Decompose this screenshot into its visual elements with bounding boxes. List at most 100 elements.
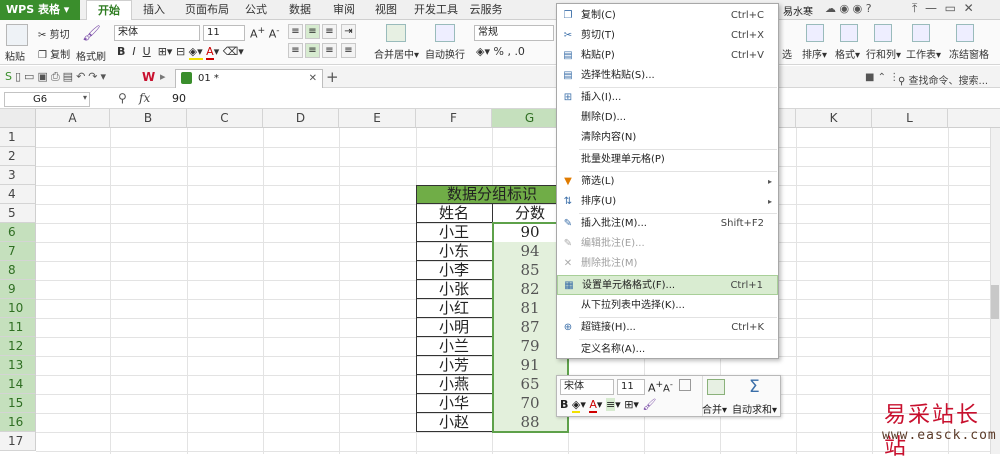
print-icon[interactable]: ⎙	[51, 70, 63, 83]
menu-pick-from-list[interactable]: 从下拉列表中选择(K)...	[557, 296, 778, 316]
tab-data[interactable]: 数据	[282, 0, 318, 20]
align-middle-icon[interactable]: ≡	[305, 24, 320, 39]
app-menu-button[interactable]: WPS 表格 ▾	[0, 0, 80, 20]
row-header-13[interactable]: 13	[0, 356, 36, 375]
row-header-1[interactable]: 1	[0, 128, 36, 147]
format-icon[interactable]	[840, 24, 858, 42]
menu-cut[interactable]: ✂ 剪切(T) Ctrl+X	[557, 26, 778, 46]
freeze-panes-button[interactable]: 冻结窗格	[949, 46, 989, 61]
merge-center-button[interactable]: 合并居中▾	[374, 46, 419, 61]
worksheet-icon[interactable]	[912, 24, 930, 42]
open-icon[interactable]: ▭	[24, 70, 37, 83]
tab-insert[interactable]: 插入	[136, 0, 172, 20]
mini-format-painter-icon[interactable]: 🖌	[642, 398, 656, 411]
col-header-e[interactable]: E	[339, 109, 416, 128]
paste-icon[interactable]	[6, 24, 28, 46]
fx-button[interactable]: fx	[139, 91, 150, 105]
mini-borders-icon[interactable]: ⊞	[624, 398, 633, 411]
cloud-icon[interactable]: ☁	[825, 2, 836, 15]
app-logo-icon[interactable]: S	[5, 70, 15, 83]
wrap-text-button[interactable]: 自动换行	[425, 46, 465, 61]
restore-ribbon-icon[interactable]: ⤒	[912, 1, 917, 15]
menu-hyperlink[interactable]: ⊕ 超链接(H)... Ctrl+K	[557, 318, 778, 338]
format-painter-icon[interactable]: 🖌	[82, 24, 101, 42]
mini-autosum-button[interactable]: 自动求和▾	[732, 401, 777, 416]
cell-name[interactable]: 小兰	[416, 337, 492, 356]
zoom-icon[interactable]: ⚲	[118, 91, 127, 105]
help-icon[interactable]: ?	[866, 2, 872, 15]
sort-icon[interactable]	[806, 24, 824, 42]
menu-insert[interactable]: ⊞ 插入(I)...	[557, 88, 778, 108]
mini-font-grow-icon[interactable]: A+	[648, 379, 663, 395]
tab-page-layout[interactable]: 页面布局	[178, 0, 236, 20]
mini-align-icon[interactable]: ≡	[605, 398, 616, 411]
merge-center-icon[interactable]	[386, 24, 406, 42]
mini-font-size-select[interactable]: 11	[617, 379, 645, 395]
cell-name[interactable]: 小红	[416, 299, 492, 318]
row-header-8[interactable]: 8	[0, 261, 36, 280]
user-name[interactable]: 易水寒	[783, 3, 813, 18]
scrollbar-thumb[interactable]	[991, 285, 999, 319]
col-header-m[interactable]	[948, 109, 1000, 128]
col-header-b[interactable]: B	[110, 109, 187, 128]
col-header-f[interactable]: F	[416, 109, 492, 128]
close-tab-icon[interactable]: ✕	[309, 70, 317, 87]
maximize-icon[interactable]: ▭	[945, 1, 956, 15]
cell-name[interactable]: 小张	[416, 280, 492, 299]
menu-define-name[interactable]: 定义名称(A)...	[557, 340, 778, 360]
wps-logo-icon[interactable]: W	[142, 70, 155, 84]
filter-button[interactable]: 选	[782, 46, 792, 61]
name-box[interactable]: G6	[4, 92, 90, 107]
cell-name[interactable]: 小明	[416, 318, 492, 337]
mini-bold-button[interactable]: B	[560, 398, 568, 411]
justify-icon[interactable]: ≡	[341, 43, 356, 58]
col-header-d[interactable]: D	[263, 109, 339, 128]
row-header-16[interactable]: 16	[0, 413, 36, 432]
thousands-icon[interactable]: ,	[507, 45, 511, 58]
italic-button[interactable]: I	[132, 45, 135, 58]
worksheet-button[interactable]: 工作表▾	[906, 46, 941, 61]
underline-button[interactable]: U	[143, 45, 151, 58]
tab-home[interactable]: 开始	[86, 0, 132, 20]
align-bottom-icon[interactable]: ≡	[322, 24, 337, 39]
row-header-2[interactable]: 2	[0, 147, 36, 166]
minimize-icon[interactable]: —	[925, 1, 937, 15]
tab-cloud[interactable]: 云服务	[466, 0, 506, 20]
menu-paste-special[interactable]: ▤ 选择性粘贴(S)...	[557, 66, 778, 86]
tab-view[interactable]: 视图	[368, 0, 404, 20]
cell-name[interactable]: 小芳	[416, 356, 492, 375]
mini-sigma-icon[interactable]: Σ	[749, 377, 760, 397]
align-right-icon[interactable]: ≡	[322, 43, 337, 58]
header-name[interactable]: 姓名	[416, 204, 492, 223]
doc-list-icon[interactable]: ▸	[160, 70, 166, 83]
workspace-icon[interactable]: ■	[865, 72, 874, 83]
mini-font-color-icon[interactable]: A	[589, 398, 597, 413]
row-header-14[interactable]: 14	[0, 375, 36, 394]
indent-icon[interactable]: ⇥	[341, 24, 356, 39]
mini-merge-button[interactable]: 合并▾	[702, 401, 727, 416]
row-header-7[interactable]: 7	[0, 242, 36, 261]
menu-copy[interactable]: ❐ 复制(C) Ctrl+C	[557, 6, 778, 26]
cell-name[interactable]: 小王	[416, 223, 492, 242]
new-tab-icon[interactable]: +	[326, 68, 339, 86]
font-grow-shrink[interactable]: A+ A-	[250, 25, 280, 41]
command-search[interactable]: ⚲ 查找命令、搜索...	[898, 72, 988, 87]
new-file-icon[interactable]: ▯	[15, 70, 24, 83]
align-left-icon[interactable]: ≡	[288, 43, 303, 58]
decimal-icon[interactable]: .0	[514, 45, 525, 58]
cell-name[interactable]: 小华	[416, 394, 492, 413]
menu-sort[interactable]: ⇅ 排序(U) ▸	[557, 192, 778, 212]
redo-icon[interactable]: ↷	[88, 70, 100, 83]
row-header-5[interactable]: 5	[0, 204, 36, 223]
row-header-11[interactable]: 11	[0, 318, 36, 337]
row-header-4[interactable]: 4	[0, 185, 36, 204]
mini-fill-color-icon[interactable]: ◈	[571, 398, 581, 413]
sync-icon[interactable]: ◉	[840, 2, 850, 15]
mini-merge-icon[interactable]	[707, 379, 725, 395]
menu-batch-process[interactable]: 批量处理单元格(P)	[557, 150, 778, 170]
share-icon[interactable]: ◉	[853, 2, 863, 15]
menu-insert-comment[interactable]: ✎ 插入批注(M)... Shift+F2	[557, 214, 778, 234]
number-format-select[interactable]: 常规	[474, 25, 554, 41]
save-icon[interactable]: ▣	[37, 70, 50, 83]
row-header-9[interactable]: 9	[0, 280, 36, 299]
